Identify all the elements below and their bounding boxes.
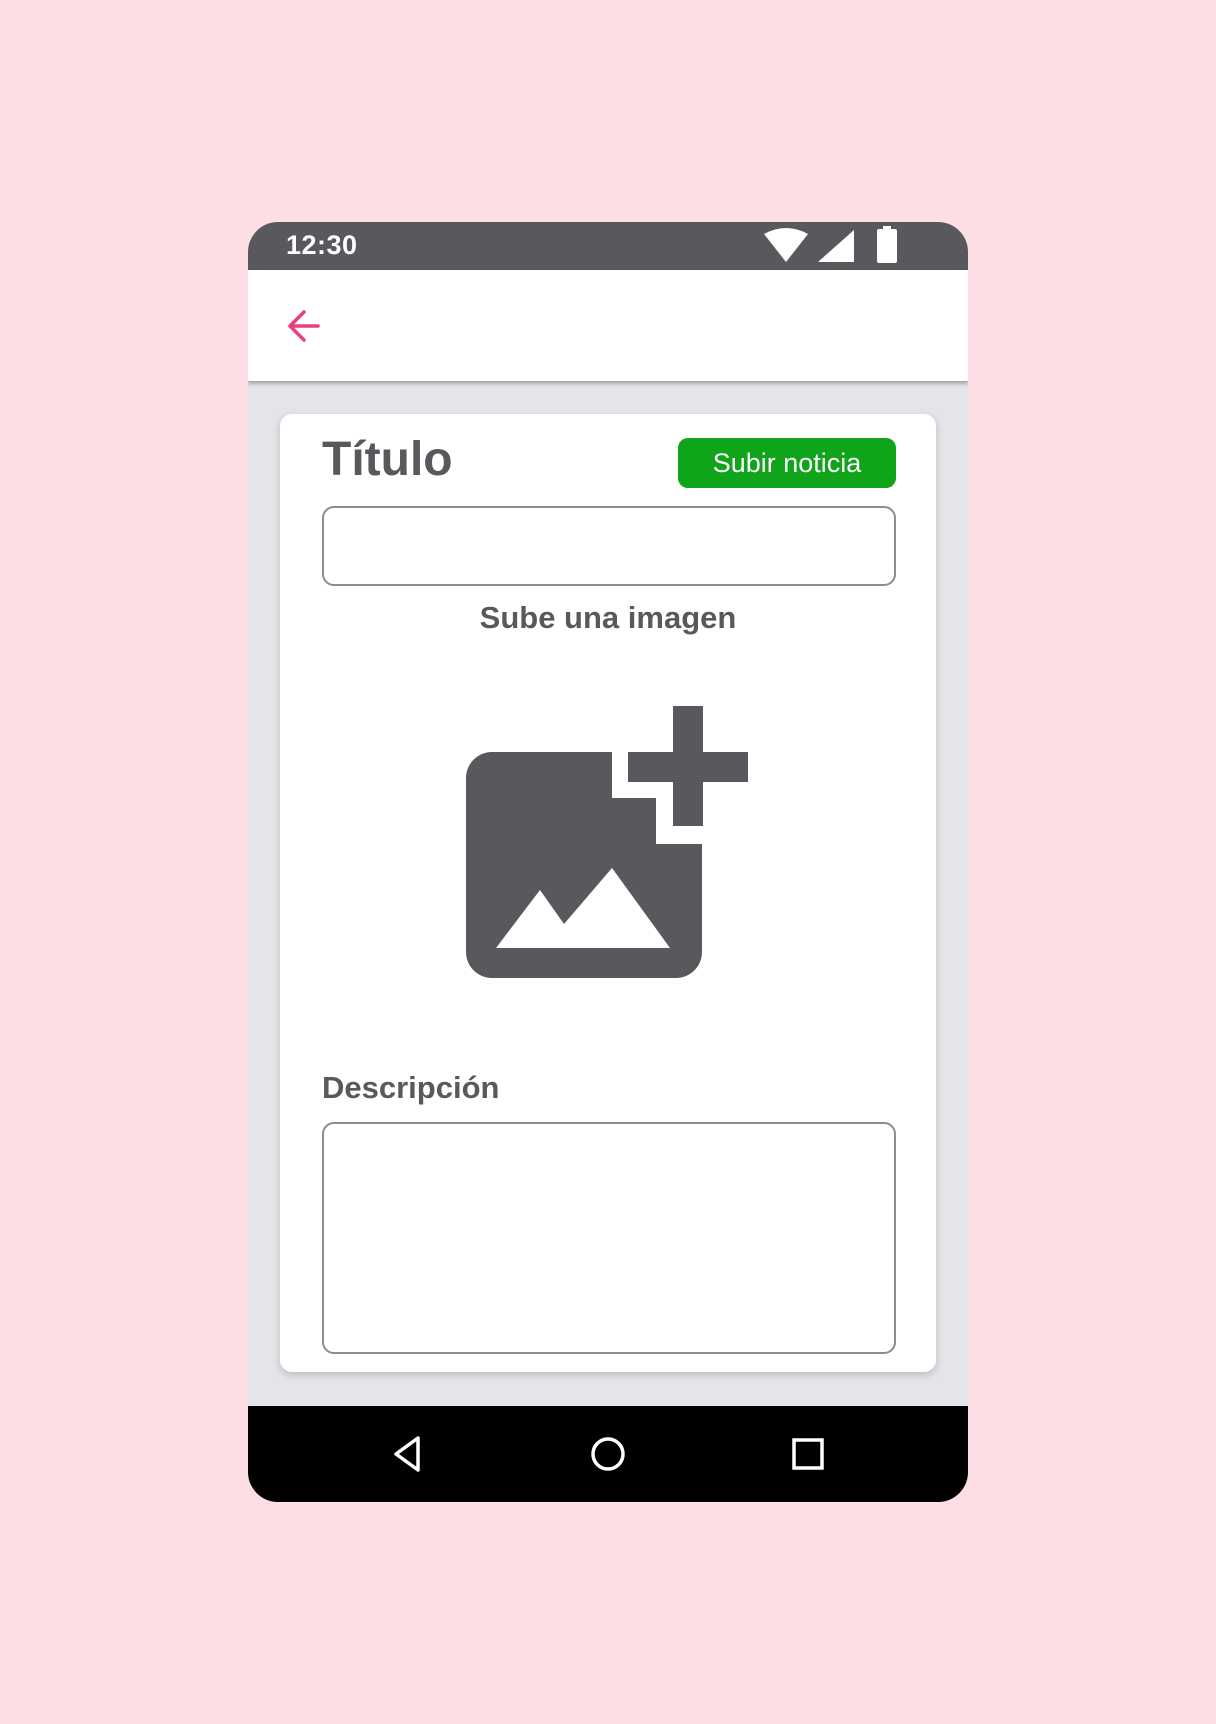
home-circle-icon — [591, 1437, 625, 1471]
back-button[interactable] — [284, 306, 324, 346]
title-label: Título — [322, 433, 453, 486]
app-bar — [248, 270, 968, 382]
battery-icon — [877, 226, 897, 263]
description-label: Descripción — [322, 1070, 500, 1105]
cellular-signal-icon — [818, 230, 854, 262]
news-form-card: Título Subir noticia Sube una imagen Des… — [280, 414, 936, 1372]
wifi-icon — [764, 228, 808, 262]
navigation-bar — [248, 1406, 968, 1502]
status-bar: 12:30 — [248, 222, 968, 270]
back-triangle-icon — [394, 1436, 420, 1472]
title-input[interactable] — [322, 506, 896, 586]
add-photo-icon — [466, 706, 748, 978]
nav-home-button[interactable] — [588, 1434, 628, 1474]
submit-news-button[interactable]: Subir noticia — [678, 438, 896, 488]
phone-frame: 12:30 Título Subir noticia Sube una imag… — [248, 222, 968, 1502]
arrow-left-icon — [288, 310, 320, 342]
recents-square-icon — [792, 1438, 824, 1470]
add-image-button[interactable] — [460, 706, 754, 1000]
image-upload-label: Sube una imagen — [479, 600, 737, 635]
status-time: 12:30 — [286, 230, 358, 260]
description-input[interactable] — [322, 1122, 896, 1354]
nav-back-button[interactable] — [388, 1434, 428, 1474]
nav-recents-button[interactable] — [788, 1434, 828, 1474]
